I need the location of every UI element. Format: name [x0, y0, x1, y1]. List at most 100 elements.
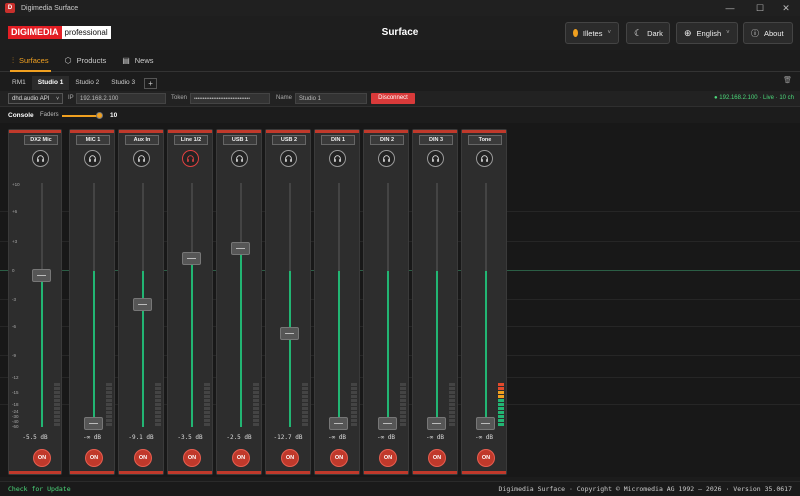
- channel-name[interactable]: DIN 3: [419, 135, 453, 145]
- meter-segment: [256, 403, 259, 406]
- on-button[interactable]: ON: [85, 449, 103, 467]
- meter-segment: [57, 399, 60, 402]
- api-select[interactable]: dhd.audio API ˅: [8, 93, 63, 104]
- headphones-icon[interactable]: [329, 150, 346, 167]
- meter-segment: [354, 403, 357, 406]
- channel-db-value: -∞ dB: [376, 434, 396, 441]
- theme-toggle-button[interactable]: ☾ Dark: [626, 22, 670, 44]
- fader-knob[interactable]: [32, 268, 51, 282]
- fader-knob[interactable]: [182, 251, 201, 265]
- headphones-icon[interactable]: [280, 150, 297, 167]
- token-label: Token: [171, 95, 188, 101]
- on-button[interactable]: ON: [183, 449, 201, 467]
- headphones-icon[interactable]: [133, 150, 150, 167]
- minimize-button[interactable]: —: [716, 0, 744, 16]
- meter-segment: [452, 415, 455, 418]
- headphones-icon[interactable]: [378, 150, 395, 167]
- channel-name[interactable]: Tone: [468, 135, 502, 145]
- channel-name[interactable]: DIN 2: [370, 135, 404, 145]
- meter-segment: [207, 391, 210, 394]
- meter-segment: [207, 383, 210, 386]
- window-title: Digimedia Surface: [21, 4, 79, 12]
- meter-segment: [207, 415, 210, 418]
- tab-products[interactable]: ⬡ Products: [57, 50, 115, 72]
- channel-strip: Line 1/2 -3.5 dB ON: [167, 129, 213, 475]
- headphones-icon[interactable]: [476, 150, 493, 167]
- on-button[interactable]: ON: [379, 449, 397, 467]
- fader-fill: [93, 270, 95, 427]
- meter-segment: [305, 387, 308, 390]
- fader-knob[interactable]: [378, 417, 397, 430]
- meter-segment: [452, 411, 455, 414]
- channel-name[interactable]: Line 1/2: [174, 135, 208, 145]
- channel-name[interactable]: USB 1: [223, 135, 257, 145]
- on-button[interactable]: ON: [281, 449, 299, 467]
- studio-tab-studio-3[interactable]: Studio 3: [105, 76, 141, 90]
- on-button[interactable]: ON: [134, 449, 152, 467]
- meter-segment: [109, 407, 112, 410]
- fader-knob[interactable]: [84, 417, 103, 430]
- meter-segment: [57, 383, 60, 386]
- fader-knob[interactable]: [476, 417, 495, 430]
- on-button[interactable]: ON: [232, 449, 250, 467]
- channel-name[interactable]: MIC 1: [76, 135, 110, 145]
- channel-bottom-bar: [168, 471, 212, 474]
- on-button[interactable]: ON: [330, 449, 348, 467]
- close-button[interactable]: ✕: [772, 0, 800, 16]
- studio-tab-rm1[interactable]: RM1: [6, 76, 32, 90]
- fader-fill: [289, 270, 291, 427]
- scale-tick: -12: [12, 375, 19, 381]
- name-input[interactable]: Studio 1: [295, 93, 367, 104]
- maximize-button[interactable]: ☐: [746, 0, 774, 16]
- studio-tab-studio-1[interactable]: Studio 1: [31, 76, 70, 90]
- meter-segment: [452, 399, 455, 402]
- check-update-link[interactable]: Check for Update: [8, 485, 71, 493]
- meter-segment: [403, 399, 406, 402]
- meter-segment: [109, 383, 112, 386]
- about-button[interactable]: ⓘ About: [743, 22, 793, 44]
- disconnect-button[interactable]: Disconnect: [371, 93, 415, 104]
- tab-news[interactable]: ▤ News: [114, 50, 161, 72]
- headphones-icon[interactable]: [32, 150, 49, 167]
- meter-segment: [158, 387, 161, 390]
- meter-segment: [256, 423, 259, 426]
- faders-slider-knob[interactable]: [96, 112, 103, 119]
- channel-bottom-bar: [9, 471, 61, 474]
- headphones-icon[interactable]: [182, 150, 199, 167]
- box-icon: ⬡: [64, 56, 72, 65]
- channel-name[interactable]: DIN 1: [321, 135, 355, 145]
- headphones-icon[interactable]: [231, 150, 248, 167]
- fader-knob[interactable]: [427, 417, 446, 430]
- meter-segment: [403, 395, 406, 398]
- studio-tab-studio-2[interactable]: Studio 2: [69, 76, 105, 90]
- fader-knob[interactable]: [329, 417, 348, 430]
- fader-knob[interactable]: [133, 298, 152, 311]
- tab-surfaces[interactable]: ⫶ Surfaces: [4, 50, 57, 72]
- channel-name[interactable]: DX2 Mic: [24, 135, 58, 145]
- on-button[interactable]: ON: [428, 449, 446, 467]
- language-label: English: [696, 28, 722, 38]
- meter-segment: [207, 387, 210, 390]
- channel-top-bar: [315, 130, 359, 133]
- meter-segment: [354, 411, 357, 414]
- fader-knob[interactable]: [231, 241, 250, 255]
- trash-icon[interactable]: 🗑: [783, 76, 792, 84]
- on-button[interactable]: ON: [33, 449, 51, 467]
- meter-segment: [452, 407, 455, 410]
- location-button[interactable]: Illetes ˅: [565, 22, 619, 44]
- language-button[interactable]: ⊕ English ˅: [676, 22, 738, 44]
- on-button[interactable]: ON: [477, 449, 495, 467]
- channel-top-bar: [9, 130, 61, 133]
- fader-fill: [436, 270, 438, 427]
- scale-tick: +10: [12, 182, 20, 188]
- fader-knob[interactable]: [280, 327, 299, 341]
- headphones-icon[interactable]: [427, 150, 444, 167]
- headphones-icon[interactable]: [84, 150, 101, 167]
- channel-name[interactable]: USB 2: [272, 135, 306, 145]
- add-tab-button[interactable]: +: [144, 77, 158, 89]
- channel-name[interactable]: Aux In: [125, 135, 159, 145]
- meter-segment: [207, 423, 210, 426]
- token-input[interactable]: ••••••••••••••••••••••••••••••••: [190, 93, 270, 104]
- ip-input[interactable]: 192.168.2.100: [76, 93, 166, 104]
- faders-slider[interactable]: [62, 112, 103, 119]
